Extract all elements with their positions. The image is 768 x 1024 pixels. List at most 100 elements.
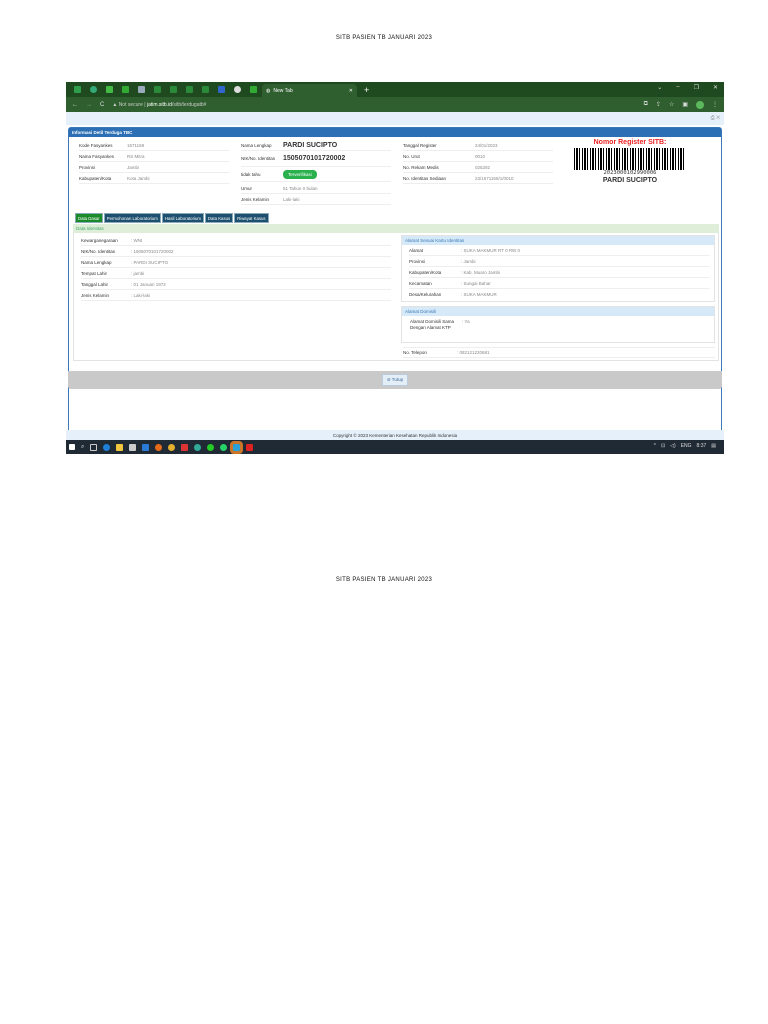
identity-row: Kewarganegaraan: WNI [81,235,391,246]
chrome-icon: ◍ [266,87,271,94]
pinned-tab-icon[interactable] [118,84,132,95]
tab-data-dasar[interactable]: Data Dasar [75,213,103,223]
address-row: Kabupaten/Kota: Kab. Muaro Jambi [409,267,709,278]
barcode-image [574,148,686,170]
menu-icon[interactable]: ⋮ [712,101,718,108]
back-icon[interactable]: ← [72,102,78,108]
info-row: No. Rekam Medis 025292 [403,162,553,173]
pinned-tab-icon[interactable] [214,84,228,95]
wps-icon[interactable] [181,443,189,451]
identity-row: Tempat Lahir: jambi [81,268,391,279]
windows-taskbar: ⌕ ^ ⊡ ◁) ENG 8:37 ▤ [66,440,724,454]
pinned-tab-sitb-icon[interactable] [166,84,180,95]
share-icon[interactable]: ⇪ [656,101,661,108]
info-row: Kabupaten/Kota Kota Jambi [79,173,229,184]
identity-row: NIK/No. Identitas: 1505070101720002 [81,246,391,257]
info-row: Kode Fasyankes 1571168 [79,140,229,151]
pdf-reader-icon[interactable] [246,443,254,451]
info-row: No. Urut 0010 [403,151,553,162]
print-icon[interactable]: ⎙ [711,115,715,121]
pinned-tab-globe-icon[interactable] [230,84,244,95]
info-row: Nama Lengkap PARDI SUCIPTO [241,140,391,151]
info-row: Jenis Kelamin Laki-laki [241,194,391,205]
clock[interactable]: 8:37 [697,443,707,449]
address-row: Alamat: SUKA MAKMUR RT 0 RW 0 [409,245,709,256]
pinned-tab-icon[interactable] [246,84,260,95]
detail-panel: Informasi Detil Terduga TBC Kode Fasyank… [68,127,722,445]
address-bar: ← → C ▲ Not secure | jatim.sitb.id/sitb/… [66,97,724,112]
info-row: Nama Fasyankes RS Mitra [79,151,229,162]
verified-badge: Terverifikasi [283,170,317,179]
tab-search-icon[interactable]: ⌄ [657,84,662,91]
tab-data-kasus[interactable]: Data Kasus [204,213,234,223]
register-number: 2023000102990006 [603,170,657,176]
panel-footer: ⊘ Tutup [68,371,722,389]
identity-row: Tanggal Lahir: 01 Januari 1972 [81,279,391,290]
side-panel-icon[interactable]: ▣ [682,101,688,108]
screenshot: ◍ New Tab ✕ + ⌄ – ❐ ✕ ← → C ▲ Not secure | … [66,82,724,454]
tab-new-tab[interactable]: ◍ New Tab ✕ [262,84,357,97]
url-field[interactable]: ▲ Not secure | jatim.sitb.id/sitb/terdug… [112,102,206,108]
address-row: Desa/Kelurahan: SUKA MAKMUR [409,292,497,297]
info-row: Provinsi Jambi [79,162,229,173]
info-row: Umur 51 Tahun 0 bulan [241,183,391,194]
tab-riwayat-kasus[interactable]: Riwayat Kasus [234,213,269,223]
mail-icon[interactable] [142,443,150,451]
close-icon[interactable]: ✕ [716,115,720,121]
translate-icon[interactable]: ⧉ [644,101,648,108]
bookmark-star-icon[interactable]: ☆ [669,101,674,108]
page-toolbar: ⎙ ✕ [66,112,724,125]
store-icon[interactable] [129,443,137,451]
chrome-taskbar-icon[interactable] [168,443,176,451]
volume-icon[interactable]: ◁) [670,443,676,449]
firefox-icon[interactable] [155,443,163,451]
phone-row: No. Telepon: 082121220681 [403,347,715,358]
register-name: PARDI SUCIPTO [602,177,658,184]
browser-tab-bar: ◍ New Tab ✕ + ⌄ – ❐ ✕ [66,82,724,97]
new-tab-button[interactable]: + [364,85,369,95]
identity-row: Nama Lengkap: PARDI SUCIPTO [81,257,391,268]
reload-icon[interactable]: C [100,102,104,108]
section-title: Data Identitas [73,224,719,233]
address-row: Kecamatan: Sungai Bahar [409,278,709,289]
copyright: Copyright © 2023 Kementerian Kesehatan R… [66,430,724,440]
restore-button[interactable]: ❐ [694,84,699,91]
edge-icon[interactable] [103,443,111,451]
pinned-tab-icon[interactable] [86,84,100,95]
whatsapp-icon[interactable] [220,443,228,451]
close-window-button[interactable]: ✕ [713,84,718,91]
register-title: Nomor Register SITB: [593,139,667,146]
pinned-tab-icon[interactable] [134,84,148,95]
info-row: tidak tahu Terverifikasi [241,168,391,182]
notification-icon[interactable]: ▤ [711,443,716,449]
network-icon[interactable]: ⊡ [661,443,665,449]
alamat-domisili-box: Alamat Domisili Alamat Domisili Sama Den… [401,306,715,343]
close-button[interactable]: ⊘ Tutup [381,374,409,386]
file-explorer-icon[interactable] [116,443,124,451]
chrome-profile-icon[interactable] [194,443,202,451]
close-tab-icon[interactable]: ✕ [349,88,353,94]
pinned-tab-sitb-icon[interactable] [198,84,212,95]
address-row: Provinsi: Jambi [409,256,709,267]
panel-title: Informasi Detil Terduga TBC [69,128,721,137]
windows-start-icon[interactable] [69,444,75,450]
tray-chevron-icon[interactable]: ^ [654,443,656,449]
detail-tabs: Data Dasar Permohonan Laboratorium Hasil… [75,213,269,223]
profile-avatar[interactable] [696,100,704,109]
pinned-tab-sheets-icon[interactable] [70,84,84,95]
forward-icon[interactable]: → [86,102,92,108]
tab-hasil-laboratorium[interactable]: Hasil Laboratorium [161,213,204,223]
minimize-button[interactable]: – [676,84,679,91]
pinned-tab-sitb-icon[interactable] [182,84,196,95]
pinned-tab-icon[interactable] [102,84,116,95]
tab-permohonan-laboratorium[interactable]: Permohonan Laboratorium [103,213,161,223]
search-icon[interactable]: ⌕ [81,444,84,451]
telegram-icon[interactable] [230,440,244,454]
info-row: Tanggal Register 24/01/2023 [403,140,553,151]
identity-row: Jenis Kelamin: Laki-laki [81,290,391,301]
spotify-icon[interactable] [207,443,215,451]
task-view-icon[interactable] [90,443,98,451]
document-header-page-2: SITB PASIEN TB JANUARI 2023 [335,577,433,583]
info-row: NIK/No. Identitas 1505070101720002 [241,151,391,167]
pinned-tab-sitb-icon[interactable] [150,84,164,95]
